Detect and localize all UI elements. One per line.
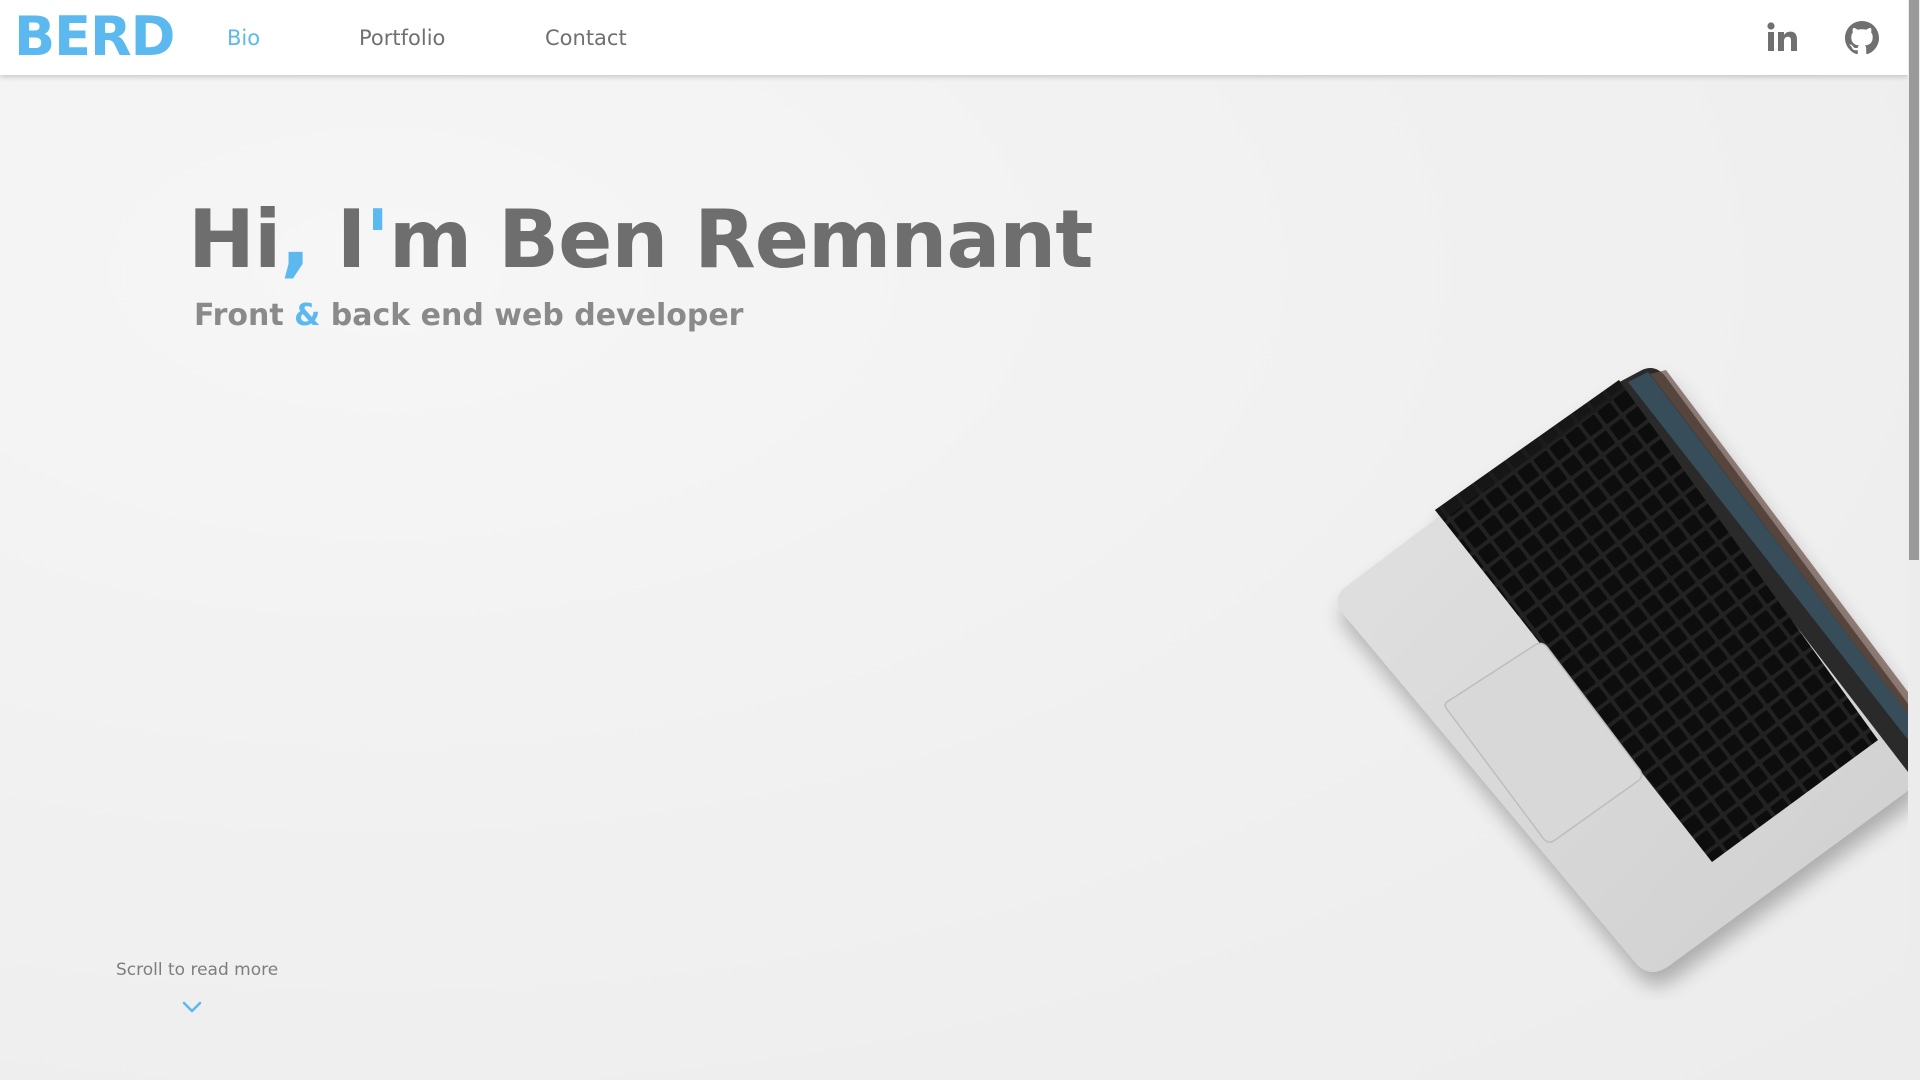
github-icon[interactable]	[1842, 18, 1882, 58]
hero-title-part: Hi	[188, 193, 281, 286]
nav-link-portfolio[interactable]: Portfolio	[359, 24, 445, 52]
hero-title-comma: ,	[280, 193, 310, 286]
hero-title-apostrophe: '	[365, 193, 389, 286]
hero-title: Hi, I'm Ben Remnant	[188, 190, 1093, 290]
page-scrollbar[interactable]	[1908, 0, 1920, 1080]
site-header: BERD Bio Portfolio Contact	[0, 0, 1908, 75]
nav-link-bio[interactable]: Bio	[227, 24, 260, 52]
hero-title-part: I	[309, 193, 367, 286]
hero-subtitle: Front & back end web developer	[194, 296, 743, 336]
scroll-hint: Scroll to read more	[116, 960, 279, 980]
site-logo[interactable]: BERD	[14, 4, 175, 70]
chevron-down-icon[interactable]	[182, 1000, 202, 1014]
hero-title-part: m Ben Remnant	[388, 193, 1094, 286]
scrollbar-thumb[interactable]	[1909, 0, 1919, 560]
nav-link-contact[interactable]: Contact	[545, 24, 627, 52]
laptop-image	[1337, 368, 1908, 972]
hero-subtitle-part: Front	[194, 298, 295, 333]
page: BERD Bio Portfolio Contact Hi, I'm Ben R…	[0, 0, 1908, 1080]
linkedin-icon[interactable]	[1762, 18, 1802, 58]
hero-subtitle-ampersand: &	[294, 298, 321, 333]
hero-subtitle-part: back end web developer	[320, 298, 744, 333]
